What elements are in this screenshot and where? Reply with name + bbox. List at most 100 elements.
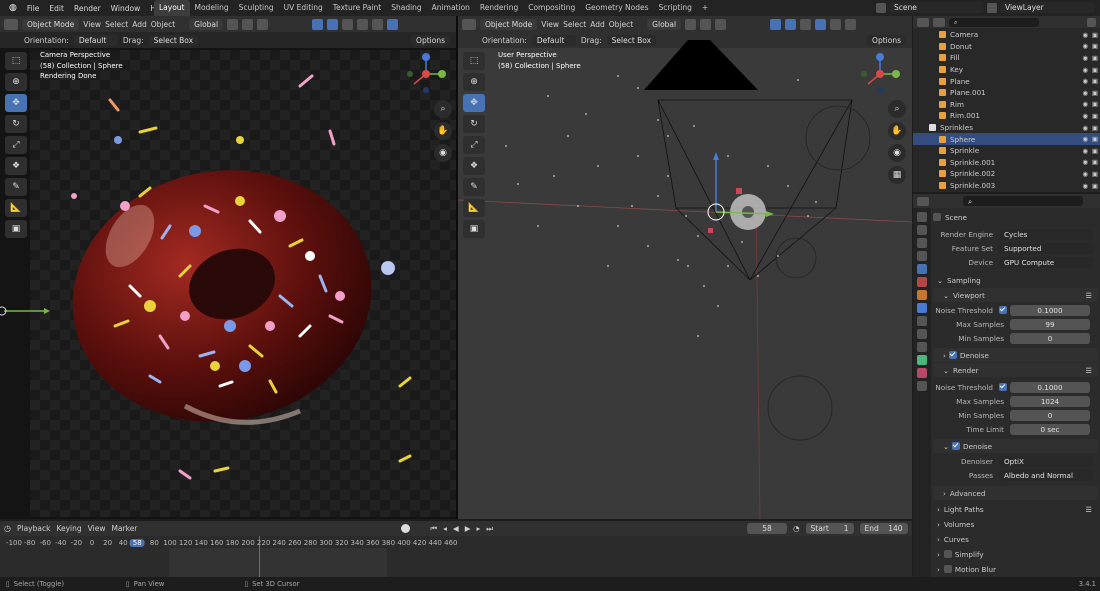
r-noise-field[interactable]: 0.1000 [1010,381,1090,393]
render-engine-dropdown[interactable]: Cycles [999,228,1093,240]
outliner-row[interactable]: Sphere ◉ ▣ [913,133,1100,145]
r-denoise-subpanel-header[interactable]: ⌄ Denoise [933,439,1098,453]
material-tab-icon[interactable] [917,368,927,378]
denoiser-dropdown[interactable]: OptiX [999,455,1093,467]
camera-view-icon[interactable]: ◉ [888,144,906,162]
tab-compositing[interactable]: Compositing [523,0,580,16]
visibility-eye-icon[interactable]: ◉ [1082,42,1088,50]
render-camera-icon[interactable]: ▣ [1092,42,1098,50]
annotate-tool[interactable]: ✎ [463,178,485,196]
render-subpanel-header[interactable]: ⌄ Render ☰ [933,363,1098,377]
move-tool[interactable]: ✥ [5,94,27,112]
visibility-eye-icon[interactable]: ◉ [1082,112,1088,120]
blender-logo-icon[interactable]: ◍ [4,3,22,13]
simplify-checkbox[interactable] [943,550,952,558]
viewport-right[interactable]: Object Mode View Select Add Object Globa… [458,16,912,519]
tab-animation[interactable]: Animation [427,0,475,16]
feature-set-dropdown[interactable]: Supported [999,242,1093,254]
visibility-eye-icon[interactable]: ◉ [1082,66,1088,74]
render-camera-icon[interactable]: ▣ [1092,31,1098,39]
scene-icon[interactable] [876,2,886,13]
r-denoise-checkbox[interactable] [952,442,961,450]
visibility-eye-icon[interactable]: ◉ [1082,124,1088,132]
properties-type-icon[interactable] [917,196,929,206]
vp-denoise-checkbox[interactable] [948,351,957,359]
render-camera-icon[interactable]: ▣ [1092,100,1098,108]
outliner-type-icon[interactable] [917,17,929,27]
menu-edit[interactable]: Edit [44,4,69,13]
display-mode-icon[interactable] [933,17,945,27]
zoom-icon[interactable]: ⌕ [888,100,906,118]
properties-search-input[interactable]: ⌕ [963,196,1083,206]
r-noise-checkbox[interactable] [999,383,1007,391]
cursor-tool[interactable]: ⊕ [5,73,27,91]
light-paths-panel-header[interactable]: › Light Paths ☰ [933,502,1098,516]
passes-dropdown[interactable]: Albedo and Normal [999,469,1093,481]
nav-gizmo-right[interactable] [858,52,902,96]
texture-tab-icon[interactable] [917,381,927,391]
outliner-row[interactable]: Sprinkles ◉ ▣ [913,122,1100,134]
view-layer-tab-icon[interactable] [917,251,927,261]
outliner-row[interactable]: Rim ◉ ▣ [913,99,1100,111]
viewport-subpanel-header[interactable]: ⌄ Viewport ☰ [933,288,1098,302]
physics-tab-icon[interactable] [917,329,927,339]
cursor-tool[interactable]: ⊕ [463,73,485,91]
vp-max-samples-field[interactable]: 99 [1010,318,1090,330]
render-camera-icon[interactable]: ▣ [1092,170,1098,178]
add-cube-tool[interactable]: ▣ [5,220,27,238]
list-icon[interactable]: ☰ [1086,366,1092,375]
add-cube-tool[interactable]: ▣ [463,220,485,238]
camera-view-icon[interactable]: ◉ [434,144,452,162]
tab-sculpting[interactable]: Sculpting [234,0,279,16]
viewlayer-icon[interactable] [987,2,997,13]
visibility-eye-icon[interactable]: ◉ [1082,89,1088,97]
outliner-row[interactable]: Rim.001 ◉ ▣ [913,110,1100,122]
render-camera-icon[interactable]: ▣ [1092,182,1098,190]
visibility-eye-icon[interactable]: ◉ [1082,77,1088,85]
advanced-subpanel-header[interactable]: › Advanced [933,486,1098,500]
render-camera-icon[interactable]: ▣ [1092,112,1098,120]
render-camera-icon[interactable]: ▣ [1092,54,1098,62]
render-camera-icon[interactable]: ▣ [1092,135,1098,143]
outliner-search-input[interactable]: ⌕ [949,17,1039,27]
output-tab-icon[interactable] [917,238,927,248]
annotate-tool[interactable]: ✎ [5,178,27,196]
tab-shading[interactable]: Shading [386,0,426,16]
particles-tab-icon[interactable] [917,316,927,326]
outliner-row[interactable]: Fill ◉ ▣ [913,52,1100,64]
pan-hand-icon[interactable]: ✋ [434,122,452,140]
tool-tab-icon[interactable] [917,212,927,222]
list-icon[interactable]: ☰ [1086,291,1092,300]
visibility-eye-icon[interactable]: ◉ [1082,31,1088,39]
visibility-eye-icon[interactable]: ◉ [1082,135,1088,143]
menu-window[interactable]: Window [106,4,146,13]
vp-noise-checkbox[interactable] [999,306,1007,314]
zoom-icon[interactable]: ⌕ [434,100,452,118]
filter-icon[interactable] [1087,17,1096,27]
scale-tool[interactable]: ⤢ [463,136,485,154]
volumes-panel-header[interactable]: › Volumes [933,517,1098,531]
data-tab-icon[interactable] [917,355,927,365]
outliner-row[interactable]: Plane.001 ◉ ▣ [913,87,1100,99]
visibility-eye-icon[interactable]: ◉ [1082,54,1088,62]
outliner-row[interactable]: Sprinkle ◉ ▣ [913,145,1100,157]
render-camera-icon[interactable]: ▣ [1092,124,1098,132]
outliner-row[interactable]: Donut ◉ ▣ [913,41,1100,53]
tab-layout[interactable]: Layout [154,0,190,16]
scene-tab-icon[interactable] [917,264,927,274]
pan-hand-icon[interactable]: ✋ [888,122,906,140]
add-workspace-button[interactable]: + [697,0,713,16]
menu-render[interactable]: Render [69,4,106,13]
outliner-row[interactable]: Sprinkle.002 ◉ ▣ [913,168,1100,180]
current-frame-marker[interactable]: 58 [129,539,145,547]
object-tab-icon[interactable] [917,290,927,300]
sampling-panel-header[interactable]: ⌄ Sampling [933,273,1098,287]
render-camera-icon[interactable]: ▣ [1092,77,1098,85]
move-tool[interactable]: ✥ [463,94,485,112]
menu-file[interactable]: File [22,4,45,13]
measure-tool[interactable]: 📐 [463,199,485,217]
world-tab-icon[interactable] [917,277,927,287]
curves-panel-header[interactable]: › Curves [933,532,1098,546]
rotate-tool[interactable]: ↻ [463,115,485,133]
transform-tool[interactable]: ❖ [5,157,27,175]
